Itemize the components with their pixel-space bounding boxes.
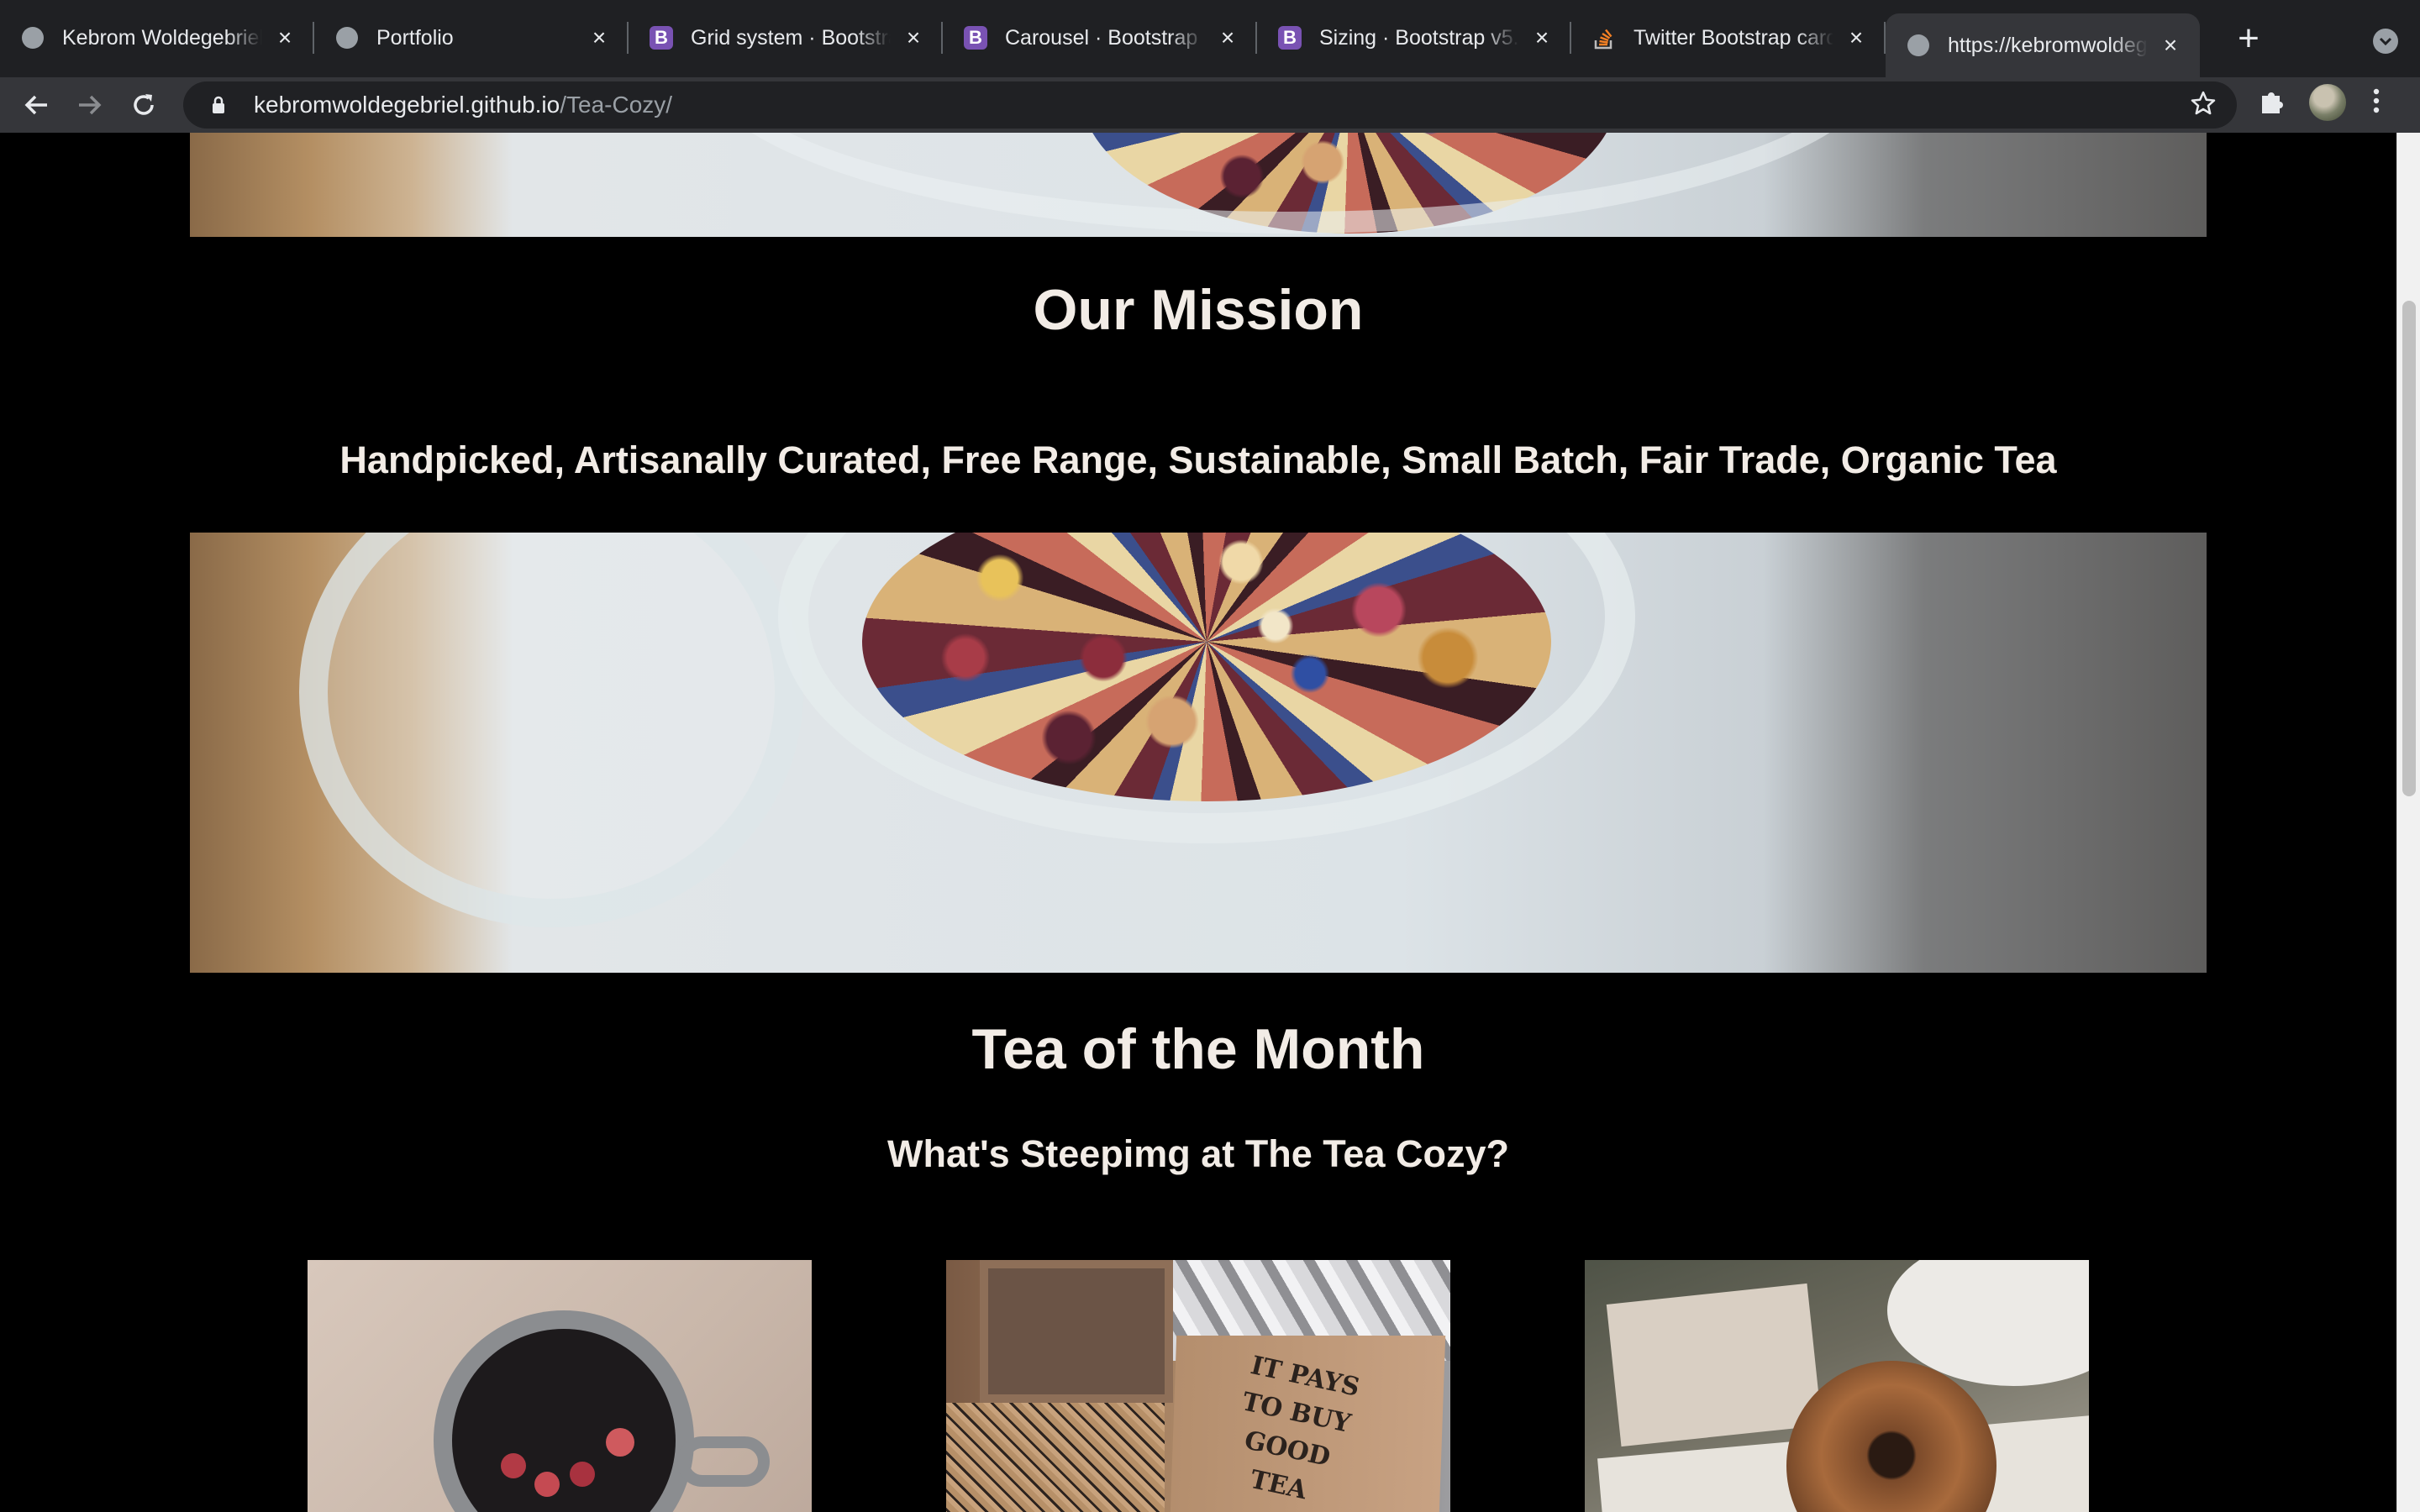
tab-title: Sizing · Bootstrap v5.0 — [1319, 25, 1519, 50]
scrollbar-thumb[interactable] — [2402, 301, 2416, 796]
tab-title: Carousel · Bootstrap — [1005, 25, 1198, 50]
mission-title: Our Mission — [1033, 278, 1364, 342]
tab-sizing-bootstrap[interactable]: B Sizing · Bootstrap v5.0 × — [1257, 5, 1571, 71]
close-icon[interactable]: × — [587, 25, 612, 50]
lock-icon — [202, 96, 235, 114]
url-text: kebromwoldegebriel.github.io/Tea-Cozy/ — [254, 92, 672, 118]
tab-title: Grid system · Bootstrap — [691, 25, 891, 50]
bookmark-star-icon[interactable] — [2190, 90, 2217, 121]
address-bar[interactable]: kebromwoldegebriel.github.io/Tea-Cozy/ — [183, 81, 2237, 129]
tab-title: https://kebromwoldegebriel — [1948, 33, 2148, 57]
page-scrollbar[interactable] — [2396, 133, 2420, 1512]
box-label-text: IT PAYS TO BUY GOOD TEA — [1239, 1351, 1363, 1506]
extensions-icon[interactable] — [2257, 86, 2287, 120]
tab-search-button[interactable] — [2373, 29, 2398, 54]
chevron-down-icon — [2379, 37, 2392, 45]
jar-rim-image — [694, 133, 1887, 234]
more-menu-icon[interactable] — [2371, 86, 2381, 120]
tab-portfolio[interactable]: Portfolio × — [314, 5, 629, 71]
globe-icon — [20, 25, 45, 50]
donut-image — [1786, 1361, 1996, 1512]
page-viewport: Our Mission Handpicked, Artisanally Cura… — [0, 133, 2396, 1512]
close-icon[interactable]: × — [901, 25, 926, 50]
tab-grid-system-bootstrap[interactable]: B Grid system · Bootstrap × — [629, 5, 943, 71]
back-button[interactable] — [17, 86, 55, 124]
url-host: kebromwoldegebriel.github.io — [254, 92, 560, 118]
tab-title: Portfolio — [376, 25, 454, 50]
tab-title: Kebrom Woldegebriel — [62, 25, 262, 50]
tea-box-image: IT PAYS TO BUY GOOD TEA — [946, 1260, 1450, 1512]
browser-toolbar: kebromwoldegebriel.github.io/Tea-Cozy/ — [0, 77, 2420, 133]
jar-rim-image — [778, 533, 1635, 843]
box-label-panel: IT PAYS TO BUY GOOD TEA — [1169, 1336, 1446, 1512]
donut-pastry-image — [1585, 1260, 2089, 1512]
tea-of-the-month-title: Tea of the Month — [971, 1017, 1425, 1081]
jar-lid-image — [299, 533, 803, 927]
globe-icon — [334, 25, 360, 50]
tea-of-the-month-subtitle: What's Steepimg at The Tea Cozy? — [887, 1132, 1509, 1175]
mission-tagline: Handpicked, Artisanally Curated, Free Ra… — [339, 438, 2057, 481]
close-icon[interactable]: × — [1215, 25, 1240, 50]
back-arrow-icon — [24, 95, 47, 115]
mug-of-berry-tea-image — [308, 1260, 812, 1512]
mug-handle-image — [677, 1436, 770, 1487]
tab-strip: Kebrom Woldegebriel × Portfolio × B Grid… — [0, 0, 2420, 77]
reload-icon — [134, 94, 154, 115]
bootstrap-icon: B — [1277, 25, 1302, 50]
tab-tea-cozy-active[interactable]: https://kebromwoldegebriel × — [1886, 13, 2200, 77]
close-icon[interactable]: × — [2158, 33, 2183, 58]
globe-icon — [1906, 33, 1931, 58]
tab-twitter-bootstrap-card[interactable]: Twitter Bootstrap card × — [1571, 5, 1886, 71]
tab-title: Twitter Bootstrap card — [1634, 25, 1833, 50]
sign-card-image — [1606, 1283, 1823, 1447]
close-icon[interactable]: × — [1844, 25, 1869, 50]
profile-avatar[interactable] — [2309, 84, 2346, 121]
mission-tea-jar-image — [190, 533, 2207, 973]
bootstrap-icon: B — [649, 25, 674, 50]
new-tab-button[interactable]: + — [2223, 13, 2274, 64]
url-path: /Tea-Cozy/ — [560, 92, 673, 118]
tab-kebrom-woldegebriel[interactable]: Kebrom Woldegebriel × — [0, 5, 314, 71]
tab-carousel-bootstrap[interactable]: B Carousel · Bootstrap × — [943, 5, 1257, 71]
reload-button[interactable] — [124, 86, 163, 124]
forward-arrow-icon — [79, 95, 102, 115]
stackoverflow-icon — [1591, 25, 1617, 50]
hero-tea-jar-image-top — [190, 133, 2207, 237]
close-icon[interactable]: × — [1529, 25, 1555, 50]
close-icon[interactable]: × — [272, 25, 297, 50]
forward-button[interactable] — [71, 86, 109, 124]
bootstrap-icon: B — [963, 25, 988, 50]
